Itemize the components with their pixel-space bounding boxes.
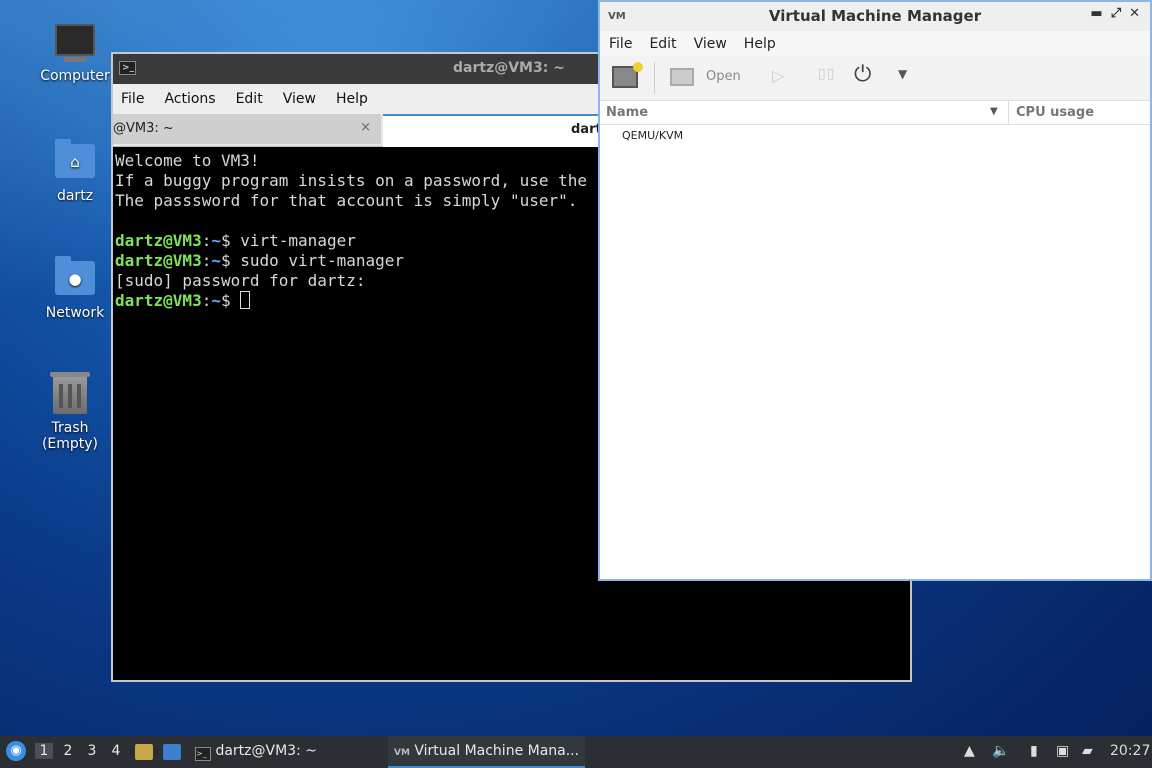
task-label: Virtual Machine Mana... [414, 743, 580, 759]
new-vm-icon[interactable] [612, 62, 643, 88]
connection-row[interactable]: QEMU/KVM [622, 129, 683, 142]
terminal-cursor [240, 291, 251, 309]
menu-edit[interactable]: Edit [649, 36, 676, 52]
maximize-icon[interactable]: ⤢ [1111, 6, 1121, 21]
update-notifier-icon[interactable]: ▰ [1082, 743, 1093, 759]
tray-up-icon[interactable]: ▲ [964, 743, 975, 759]
workspace-2[interactable]: 2 [59, 743, 77, 759]
network-icon[interactable]: ▣ [1056, 743, 1069, 759]
column-name[interactable]: Name [606, 105, 648, 120]
menu-file[interactable]: File [121, 91, 144, 107]
menu-help[interactable]: Help [336, 91, 368, 107]
network-folder-icon: ● [53, 256, 97, 301]
vmm-app-icon: VM [608, 11, 626, 22]
vmm-window[interactable]: VM Virtual Machine Manager ▬ ⤢ ✕ File Edit… [598, 0, 1152, 581]
minimize-icon[interactable]: ▬ [1090, 6, 1102, 21]
vmm-title: Virtual Machine Manager [768, 7, 982, 25]
terminal-icon: >_ [195, 747, 211, 761]
task-vmm[interactable]: VM Virtual Machine Mana... [388, 736, 585, 768]
menu-actions[interactable]: Actions [164, 91, 215, 107]
menu-edit[interactable]: Edit [236, 91, 263, 107]
monitor-icon [53, 24, 97, 64]
open-button[interactable]: Open [706, 69, 741, 84]
desktop-icon-label: Trash (Empty) [41, 420, 99, 452]
pause-icon[interactable]: ▯▯ [818, 66, 835, 82]
close-icon[interactable]: ✕ [1129, 6, 1140, 21]
desktop-icon-label: dartz [56, 188, 94, 204]
clock[interactable]: 20:27 [1110, 743, 1150, 759]
workspace-1[interactable]: 1 [35, 743, 53, 759]
menu-view[interactable]: View [694, 36, 727, 52]
home-folder-icon: ⌂ [53, 139, 97, 184]
desktop-icon-label: Network [45, 305, 105, 321]
column-divider [1008, 101, 1009, 125]
desktop-icon-label: Computer [40, 68, 110, 84]
menu-help[interactable]: Help [744, 36, 776, 52]
clipboard-icon[interactable]: ▮ [1030, 743, 1038, 759]
tab-label: @VM3: ~ [113, 121, 174, 136]
window-controls: ▬ ⤢ ✕ [1082, 6, 1140, 21]
run-icon[interactable]: ▷ [772, 66, 784, 85]
task-label: dartz@VM3: ~ [215, 743, 317, 759]
terminal-tab-1[interactable]: @VM3: ~ × [113, 114, 381, 144]
menu-file[interactable]: File [609, 36, 632, 52]
vmm-column-header: Name ▼ CPU usage [600, 101, 1150, 125]
power-icon[interactable]: ⏻ [854, 62, 871, 87]
vmm-toolbar: Open ▷ ▯▯ ⏻ ▼ [600, 56, 1150, 101]
vmm-menubar: File Edit View Help [600, 31, 1150, 56]
desktop-icon-home[interactable]: ⌂ dartz [27, 139, 123, 204]
workspace-4[interactable]: 4 [107, 743, 125, 759]
toolbar-separator [654, 62, 655, 94]
terminal-icon: >_ [119, 61, 136, 75]
show-desktop-icon[interactable] [163, 744, 181, 760]
start-menu-icon[interactable]: ◉ [6, 741, 26, 761]
trash-icon [48, 372, 92, 416]
volume-icon[interactable]: 🔈 [992, 743, 1009, 759]
chevron-down-icon[interactable]: ▼ [898, 67, 907, 81]
task-terminal[interactable]: >_ dartz@VM3: ~ [195, 736, 317, 768]
file-manager-icon[interactable] [135, 744, 153, 760]
sort-arrow-icon[interactable]: ▼ [990, 106, 998, 117]
vmm-app-icon: VM [394, 748, 410, 758]
workspace-3[interactable]: 3 [83, 743, 101, 759]
tab-close-icon[interactable]: × [360, 120, 371, 135]
menu-view[interactable]: View [283, 91, 316, 107]
vmm-titlebar[interactable]: VM Virtual Machine Manager ▬ ⤢ ✕ [600, 2, 1150, 31]
taskbar: ◉ 1 2 3 4 >_ dartz@VM3: ~ VM Virtual Mac… [0, 736, 1152, 768]
desktop-icon-computer[interactable]: Computer [27, 24, 123, 84]
column-cpu-usage[interactable]: CPU usage [1016, 105, 1094, 120]
desktop-icon-network[interactable]: ● Network [27, 256, 123, 321]
open-console-icon[interactable] [670, 68, 694, 86]
desktop-icon-trash[interactable]: Trash (Empty) [22, 372, 118, 452]
terminal-title: dartz@VM3: ~ [453, 60, 565, 76]
